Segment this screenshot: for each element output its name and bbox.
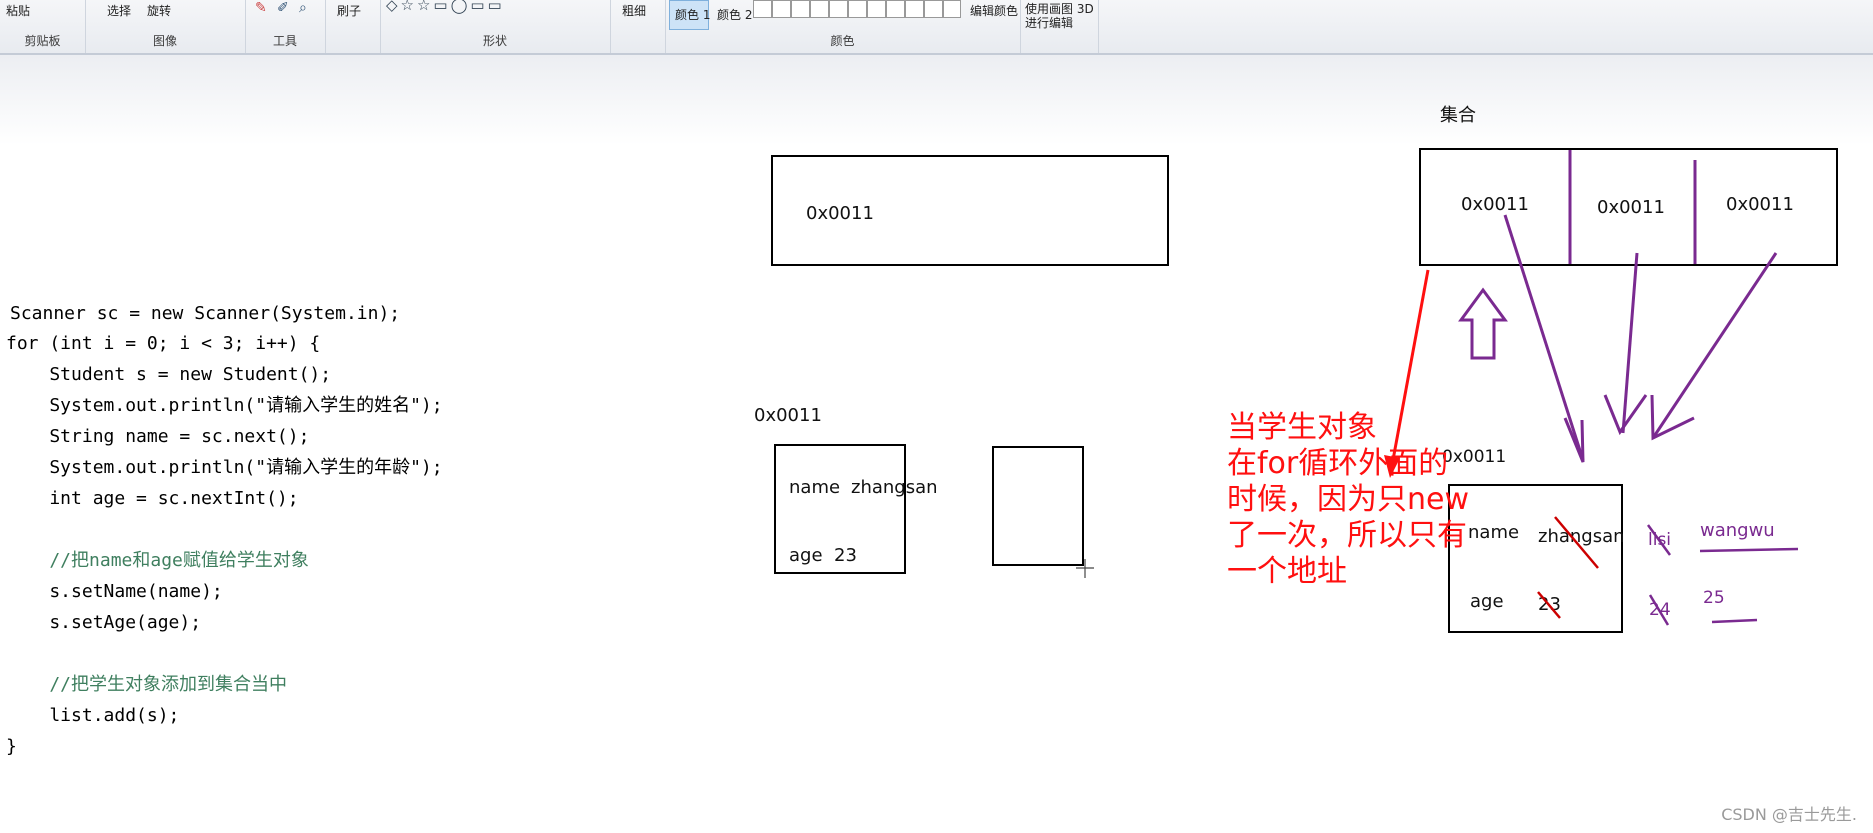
red-arrow-line [1391, 269, 1430, 461]
watermark: CSDN @吉士先生. [1721, 805, 1857, 824]
strike-zhangsan [1554, 516, 1599, 569]
up-arrow-icon [1458, 287, 1508, 360]
underline-25 [1711, 618, 1758, 624]
red-arrow-head [1384, 455, 1400, 478]
pointer-arrow-2 [1621, 252, 1639, 434]
strike-lisi [1646, 524, 1672, 556]
strike-23 [1537, 591, 1561, 619]
underline-wangwu [1699, 547, 1799, 553]
pen-strokes-layer [1076, 150, 1799, 626]
pointer-arrow-1-head [1563, 417, 1585, 463]
strike-24 [1648, 594, 1670, 626]
crosshair-cursor-icon [1076, 559, 1094, 578]
pointer-arrow-3 [1651, 252, 1778, 439]
